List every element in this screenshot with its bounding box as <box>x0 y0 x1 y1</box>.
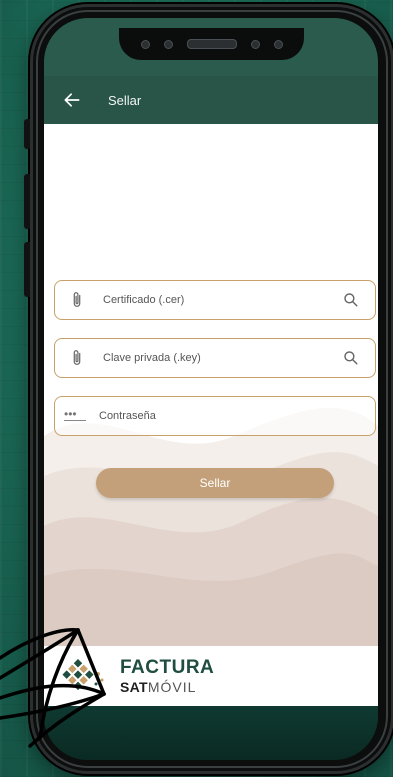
arrow-left-icon[interactable] <box>62 90 82 110</box>
brand-factura: FACTURA <box>120 657 215 678</box>
brand-wordmark: FACTURA SATMÓVIL <box>120 658 214 696</box>
brand-footer: FACTURA SATMÓVIL <box>44 646 378 706</box>
notch-sensor <box>250 39 260 49</box>
brand-sat: SAT <box>120 679 148 695</box>
password-mask: ••• <box>64 406 77 421</box>
private-key-label: Clave privada (.key) <box>103 352 201 364</box>
search-icon[interactable] <box>343 350 359 366</box>
paperclip-icon <box>73 292 81 307</box>
phone-side-button <box>24 119 30 149</box>
status-bar <box>44 18 378 76</box>
private-key-field[interactable]: Clave privada (.key) <box>54 338 376 378</box>
notch-camera <box>163 39 173 49</box>
sellar-form: Certificado (.cer) Clave privada (.key) <box>44 124 378 646</box>
notch-speaker <box>186 39 237 49</box>
password-label: Contraseña <box>99 410 156 422</box>
app-bar: Sellar <box>44 76 378 124</box>
phone-notch <box>119 28 304 60</box>
search-icon[interactable] <box>343 292 359 308</box>
paperclip-icon <box>73 350 81 365</box>
factura-sat-logo-icon <box>62 659 104 691</box>
phone-volume-up-button <box>24 174 30 229</box>
certificate-field[interactable]: Certificado (.cer) <box>54 280 376 320</box>
sellar-button[interactable]: Sellar <box>96 468 334 498</box>
phone-frame: Sellar Certificado (.cer) Clave privada … <box>24 4 393 774</box>
page-title: Sellar <box>108 92 142 108</box>
screen-bottom-area <box>44 706 378 760</box>
brand-movil: MÓVIL <box>147 679 197 695</box>
notch-sensor <box>140 39 150 49</box>
notch-camera <box>273 39 283 49</box>
phone-screen: Sellar Certificado (.cer) Clave privada … <box>44 18 378 760</box>
brand-sat-movil: SATMÓVIL <box>120 678 214 696</box>
password-field[interactable]: ••• Contraseña <box>54 396 376 436</box>
certificate-label: Certificado (.cer) <box>103 294 185 306</box>
phone-volume-down-button <box>24 242 30 297</box>
password-dots-icon: ••• <box>64 406 86 421</box>
